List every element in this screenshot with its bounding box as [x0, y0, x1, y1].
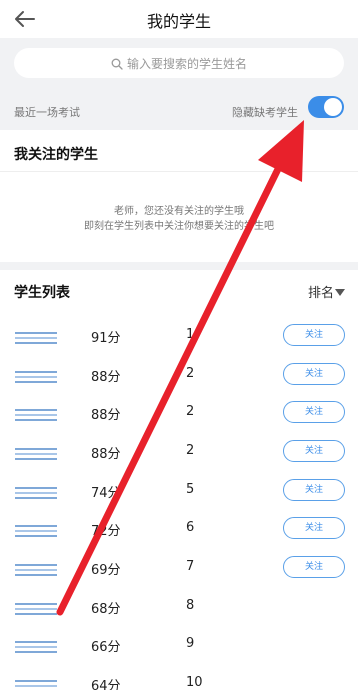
student-avatar: [15, 448, 57, 462]
student-list-title: 学生列表: [14, 285, 70, 301]
student-avatar: [15, 641, 57, 655]
follow-button[interactable]: 关注: [283, 440, 345, 462]
empty-state-line-2: 即刻在学生列表中关注你想要关注的学生吧: [84, 221, 274, 232]
page-title: 我的学生: [146, 12, 211, 31]
student-avatar: [15, 332, 57, 346]
section-gap: [0, 262, 358, 270]
follow-button[interactable]: 关注: [283, 479, 345, 501]
toggle-knob: [324, 98, 342, 116]
follow-button[interactable]: 关注: [283, 556, 345, 578]
student-rank: 7: [186, 559, 195, 574]
table-row[interactable]: 72分 6 关注: [0, 517, 358, 555]
student-score: 88分: [91, 408, 121, 423]
sort-by-rank-button[interactable]: 排名: [308, 282, 346, 301]
search-icon: [111, 58, 123, 70]
student-score: 68分: [91, 602, 121, 617]
student-score: 91分: [91, 331, 121, 346]
follow-button[interactable]: 关注: [283, 324, 345, 346]
caret-down-icon: [335, 289, 346, 296]
search-placeholder: 输入要搜索的学生姓名: [126, 57, 247, 71]
table-row[interactable]: 69分 7 关注: [0, 556, 358, 594]
table-row[interactable]: 88分 2 关注: [0, 440, 358, 478]
table-row[interactable]: 64分 10: [0, 672, 358, 690]
student-rank: 2: [186, 366, 195, 381]
table-row[interactable]: 88分 2 关注: [0, 401, 358, 439]
followed-students-section: 我关注的学生 老师，您还没有关注的学生哦 即刻在学生列表中关注你想要关注的学生吧: [0, 130, 358, 262]
student-score: 72分: [91, 524, 121, 539]
student-score: 88分: [91, 370, 121, 385]
student-avatar: [15, 564, 57, 578]
student-rank: 1: [186, 327, 195, 342]
search-input[interactable]: 输入要搜索的学生姓名: [14, 48, 344, 78]
recent-exam-label: 最近一场考试: [14, 106, 80, 119]
student-score: 66分: [91, 640, 121, 655]
student-list-section: 学生列表 排名 91分 1 关注 88分 2 关注 88分 2 关注 88分 2…: [0, 270, 358, 690]
hide-absent-toggle[interactable]: [308, 96, 344, 118]
table-row[interactable]: 74分 5 关注: [0, 479, 358, 517]
hide-absent-label: 隐藏缺考学生: [232, 106, 298, 119]
student-rank: 2: [186, 404, 195, 419]
student-rank: 10: [186, 675, 203, 690]
follow-button[interactable]: 关注: [283, 363, 345, 385]
student-avatar: [15, 487, 57, 501]
student-avatar: [15, 409, 57, 423]
student-score: 64分: [91, 679, 121, 690]
follow-button[interactable]: 关注: [283, 517, 345, 539]
student-score: 69分: [91, 563, 121, 578]
divider: [0, 171, 358, 172]
student-avatar: [15, 525, 57, 539]
header-bar: 我的学生: [0, 0, 358, 38]
student-score: 74分: [91, 486, 121, 501]
table-row[interactable]: 68分 8: [0, 595, 358, 633]
student-avatar: [15, 371, 57, 385]
student-rank: 9: [186, 636, 195, 651]
table-row[interactable]: 88分 2 关注: [0, 363, 358, 401]
empty-state-line-1: 老师，您还没有关注的学生哦: [114, 206, 244, 217]
student-rank: 5: [186, 482, 195, 497]
table-row[interactable]: 91分 1 关注: [0, 324, 358, 362]
table-row[interactable]: 66分 9: [0, 633, 358, 671]
student-rank: 8: [186, 598, 195, 613]
student-avatar: [15, 603, 57, 617]
followed-section-title: 我关注的学生: [14, 147, 98, 163]
follow-button[interactable]: 关注: [283, 401, 345, 423]
student-rank: 6: [186, 520, 195, 535]
student-avatar: [15, 680, 57, 690]
student-rank: 2: [186, 443, 195, 458]
sort-label: 排名: [308, 286, 335, 301]
search-filter-band: 输入要搜索的学生姓名 最近一场考试 隐藏缺考学生: [0, 38, 358, 130]
student-score: 88分: [91, 447, 121, 462]
